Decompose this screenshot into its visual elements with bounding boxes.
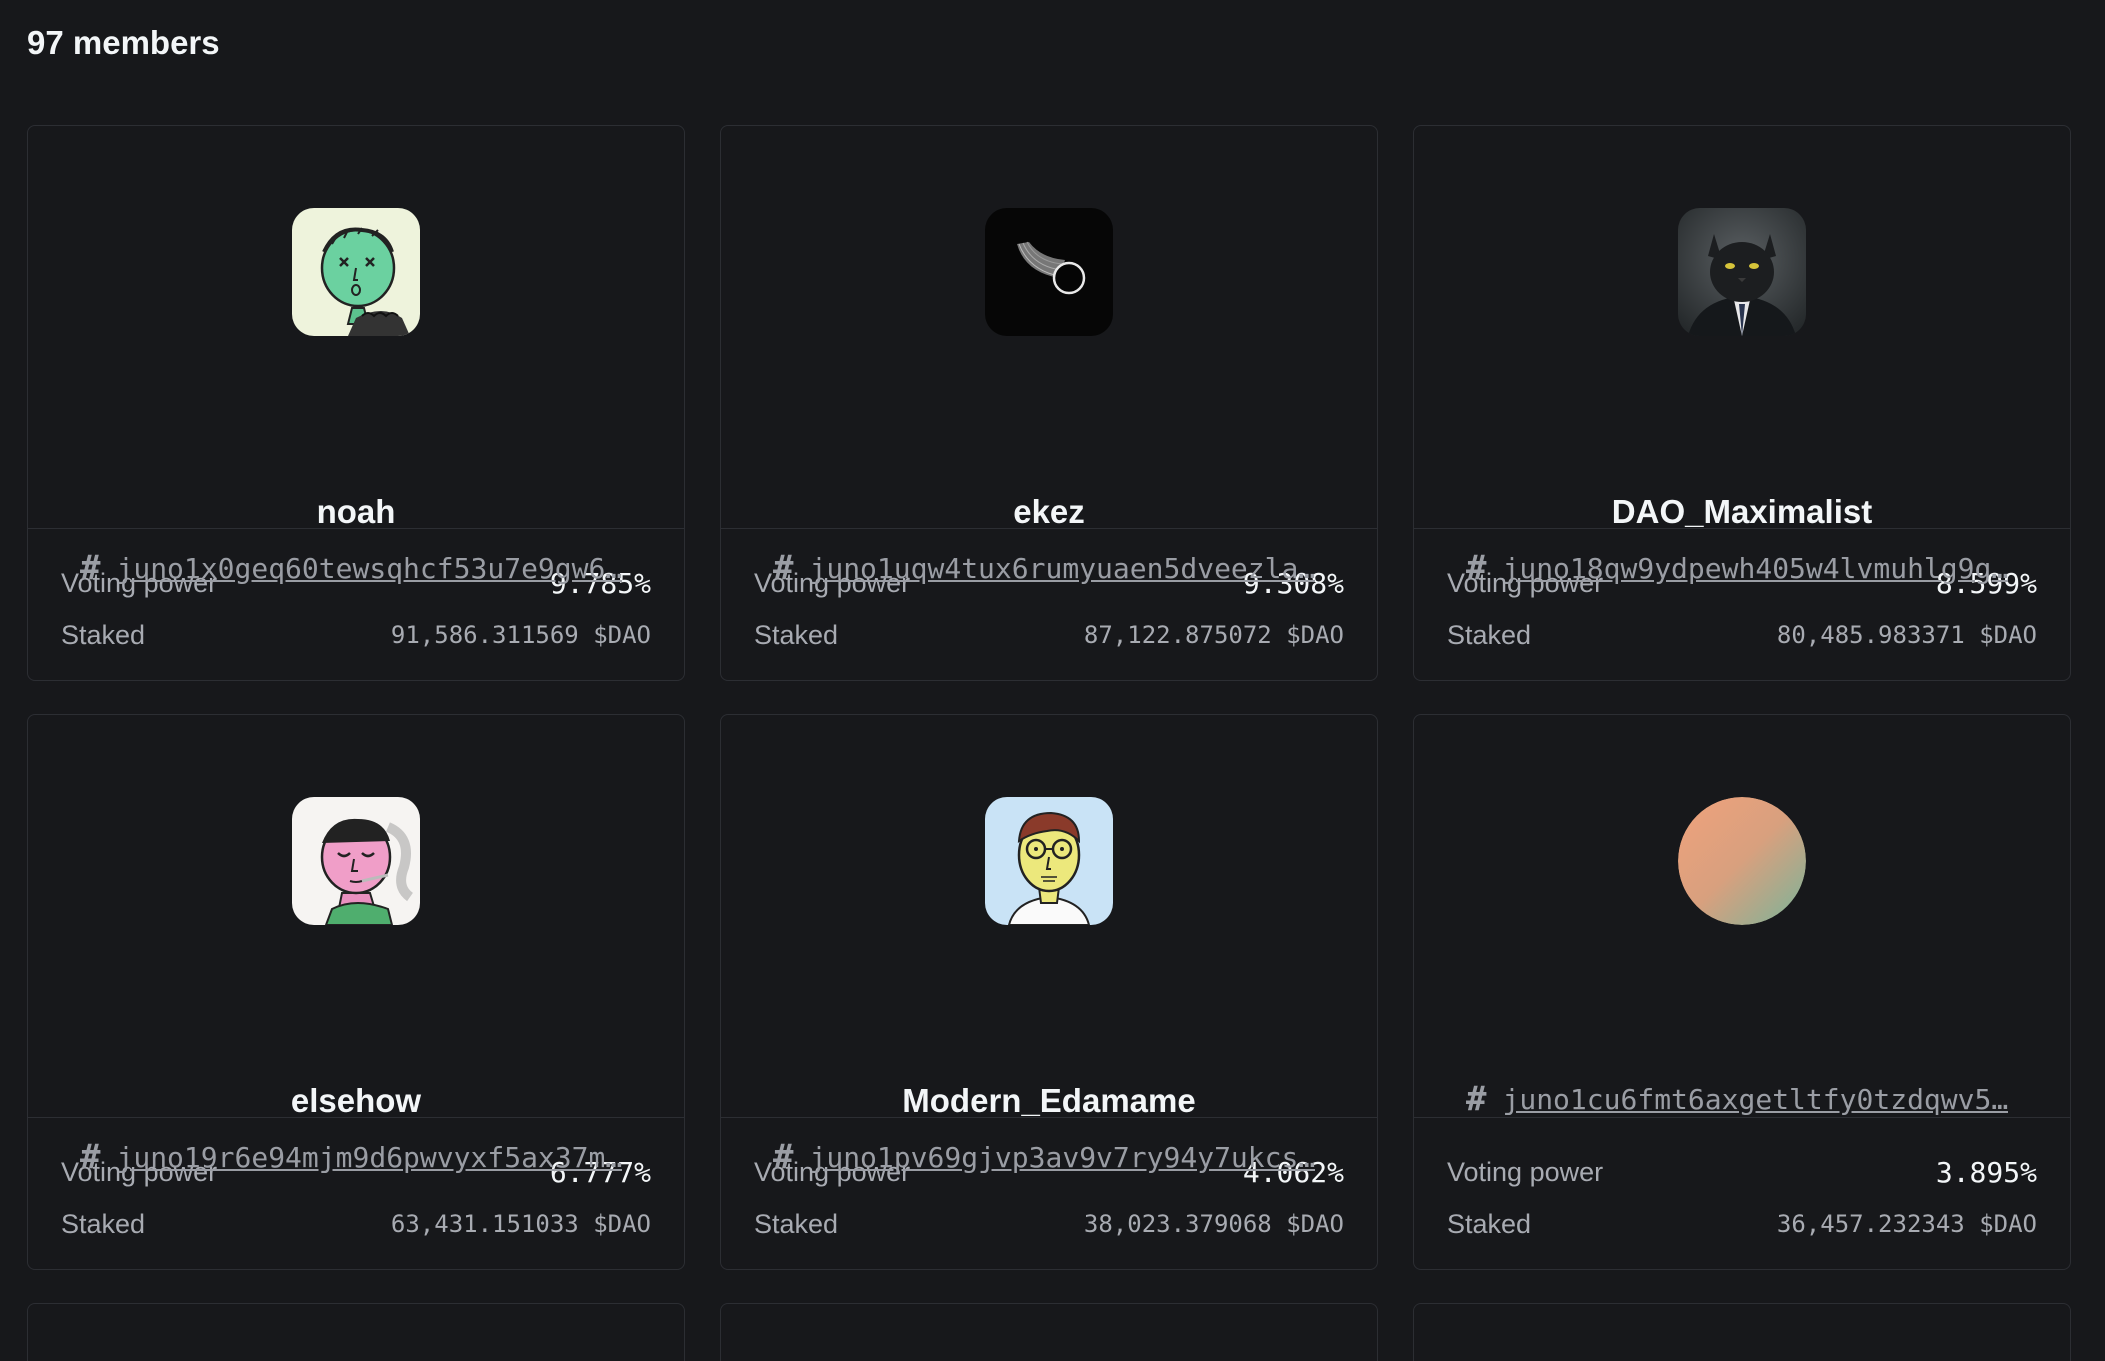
- member-address-link[interactable]: juno18qw9ydpewh405w4lvmuhlg9g…: [1502, 552, 2008, 585]
- hash-icon: #: [80, 548, 101, 588]
- staked-label: Staked: [754, 1208, 839, 1239]
- member-card: [1413, 1303, 2071, 1361]
- staked-value: 87,122.875072 $DAO: [1083, 621, 1344, 649]
- member-card: [720, 1303, 1378, 1361]
- voting-power-value: 3.895%: [1935, 1155, 2037, 1189]
- members-grid: noah # juno1x0geq60tewsqhcf53u7e9gw6… Vo…: [27, 125, 2073, 1361]
- staked-label: Staked: [1447, 619, 1532, 650]
- address-row: # juno1x0geq60tewsqhcf53u7e9gw6…: [80, 548, 632, 588]
- member-card: DAO_Maximalist # juno18qw9ydpewh405w4lvm…: [1413, 125, 2071, 681]
- sketch-glasses-face-avatar: [985, 797, 1113, 925]
- cat-in-suit-avatar: [1678, 208, 1806, 336]
- address-row: # juno1pv69gjvp3av9v7ry94y7ukcs…: [773, 1137, 1325, 1177]
- staked-label: Staked: [61, 619, 146, 650]
- sketch-pink-face-avatar: [292, 797, 420, 925]
- hash-icon: #: [773, 548, 794, 588]
- hash-icon: #: [773, 1137, 794, 1177]
- sketch-green-face-avatar: [292, 208, 420, 336]
- hash-icon: #: [80, 1137, 101, 1177]
- member-card: noah # juno1x0geq60tewsqhcf53u7e9gw6… Vo…: [27, 125, 685, 681]
- member-address-link[interactable]: juno1x0geq60tewsqhcf53u7e9gw6…: [116, 552, 622, 585]
- member-card: [27, 1303, 685, 1361]
- staked-value: 80,485.983371 $DAO: [1776, 621, 2037, 649]
- voting-power-label: Voting power: [1447, 1156, 1604, 1187]
- staked-label: Staked: [1447, 1208, 1532, 1239]
- staked-label: Staked: [754, 619, 839, 650]
- gradient-circle-avatar: [1678, 797, 1806, 925]
- address-row: # juno19r6e94mjm9d6pwvyxf5ax37m…: [80, 1137, 632, 1177]
- address-row: # juno1uqw4tux6rumyuaen5dveezla…: [773, 548, 1325, 588]
- staked-label: Staked: [61, 1208, 146, 1239]
- hash-icon: #: [1466, 548, 1487, 588]
- member-address-link[interactable]: juno19r6e94mjm9d6pwvyxf5ax37m…: [116, 1141, 622, 1174]
- member-address-link[interactable]: juno1cu6fmt6axgetltfy0tzdqwv5…: [1502, 1083, 2008, 1116]
- member-name: ekez: [1013, 493, 1085, 530]
- hash-icon: #: [1466, 1079, 1487, 1119]
- member-name: DAO_Maximalist: [1611, 493, 1873, 530]
- black-abstract-avatar: [985, 208, 1113, 336]
- staked-value: 38,023.379068 $DAO: [1083, 1210, 1344, 1238]
- member-name: noah: [316, 493, 396, 530]
- member-address-link[interactable]: juno1pv69gjvp3av9v7ry94y7ukcs…: [809, 1141, 1315, 1174]
- address-row: # juno18qw9ydpewh405w4lvmuhlg9g…: [1466, 548, 2018, 588]
- address-row: # juno1cu6fmt6axgetltfy0tzdqwv5…: [1466, 1079, 2018, 1119]
- member-card: # juno1cu6fmt6axgetltfy0tzdqwv5… Voting …: [1413, 714, 2071, 1270]
- staked-value: 36,457.232343 $DAO: [1776, 1210, 2037, 1238]
- member-address-link[interactable]: juno1uqw4tux6rumyuaen5dveezla…: [809, 552, 1315, 585]
- member-name: Modern_Edamame: [902, 1082, 1196, 1119]
- member-card: Modern_Edamame # juno1pv69gjvp3av9v7ry94…: [720, 714, 1378, 1270]
- members-count-heading: 97 members: [27, 24, 220, 61]
- member-card: ekez # juno1uqw4tux6rumyuaen5dveezla… Vo…: [720, 125, 1378, 681]
- staked-value: 91,586.311569 $DAO: [390, 621, 651, 649]
- member-name: elsehow: [290, 1082, 422, 1119]
- staked-value: 63,431.151033 $DAO: [390, 1210, 651, 1238]
- member-card: elsehow # juno19r6e94mjm9d6pwvyxf5ax37m……: [27, 714, 685, 1270]
